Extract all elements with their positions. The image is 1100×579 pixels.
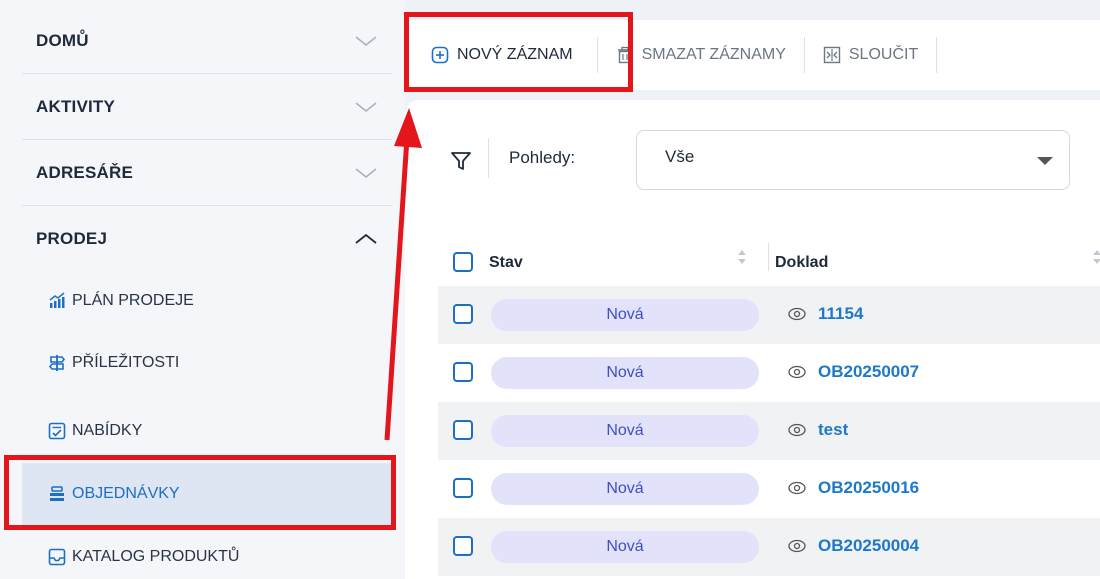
highlight-box-orders [4,455,396,530]
table-row[interactable]: Nová OB20250016 [438,460,1100,518]
sort-icon[interactable] [737,248,747,266]
sort-icon[interactable] [1092,248,1100,266]
sidebar-section-domu[interactable]: DOMŮ [22,8,392,74]
document-link[interactable]: 11154 [818,304,863,324]
table-row[interactable]: Nová 11154 [438,286,1100,344]
select-all-checkbox[interactable] [453,252,473,272]
sidebar-item-katalog-produktu[interactable]: KATALOG PRODUKTŮ [22,526,392,579]
sidebar-section-aktivity[interactable]: AKTIVITY [22,74,392,140]
sidebar-item-label: PLÁN PRODEJE [72,292,194,309]
sidebar-item-label: KATALOG PRODUKTŮ [72,548,240,565]
toolbar-divider [803,37,805,73]
quote-document-icon [48,422,66,440]
filter-divider [488,138,489,178]
eye-icon[interactable] [788,423,806,437]
delete-records-label: SMAZAT ZÁZNAMY [641,46,786,63]
sidebar-item-label: NABÍDKY [72,422,143,439]
merge-label: SLOUČIT [848,46,919,63]
row-checkbox[interactable] [453,478,473,498]
sidebar-section-label: ADRESÁŘE [36,162,134,182]
annotation-arrow [384,108,422,441]
sidebar-item-prilezitosti[interactable]: PŘÍLEŽITOSTI [22,332,392,394]
signpost-icon [48,354,66,372]
sidebar-section-adresare[interactable]: ADRESÁŘE [22,140,392,206]
status-badge: Nová [491,473,759,505]
status-badge: Nová [491,299,759,331]
document-link[interactable]: OB20250016 [818,478,919,498]
table-row[interactable]: Nová test [438,402,1100,460]
status-badge: Nová [491,531,759,563]
status-badge: Nová [491,415,759,447]
eye-icon[interactable] [788,481,806,495]
document-link[interactable]: OB20250007 [818,362,919,382]
table-row[interactable]: Nová OB20250004 [438,518,1100,576]
views-label: Pohledy: [509,148,576,167]
row-checkbox[interactable] [453,362,473,382]
views-selected-value: Vše [665,147,695,166]
sidebar-section-label: AKTIVITY [36,96,116,116]
highlight-box-new-record [404,12,633,92]
status-badge: Nová [491,357,759,389]
sidebar-item-plan-prodeje[interactable]: PLÁN PRODEJE [22,270,392,332]
views-select[interactable]: Vše [636,130,1070,190]
merge-icon [823,46,841,64]
sidebar-item-nabidky[interactable]: NABÍDKY [22,400,392,462]
table-row[interactable]: Nová OB20250007 [438,344,1100,402]
column-header-doklad[interactable]: Doklad [775,254,828,272]
sidebar-section-label: PRODEJ [36,229,108,248]
chart-growth-icon [48,292,66,310]
row-checkbox[interactable] [453,304,473,324]
eye-icon[interactable] [788,539,806,553]
sidebar-section-prodej[interactable]: PRODEJ [22,206,392,272]
toolbar-divider [936,37,938,73]
sidebar-section-label: DOMŮ [36,30,89,50]
eye-icon[interactable] [788,307,806,321]
caret-down-icon [1037,157,1053,165]
merge-button[interactable]: SLOUČIT [823,20,918,90]
column-header-stav[interactable]: Stav [489,254,523,272]
document-link[interactable]: test [818,420,848,440]
column-divider [768,243,769,271]
document-link[interactable]: OB20250004 [818,536,919,556]
eye-icon[interactable] [788,365,806,379]
catalog-inbox-icon [48,548,66,566]
delete-records-button[interactable]: SMAZAT ZÁZNAMY [616,20,786,90]
sidebar-item-label: PŘÍLEŽITOSTI [72,354,180,371]
row-checkbox[interactable] [453,536,473,556]
row-checkbox[interactable] [453,420,473,440]
chevron-down-icon [355,35,377,46]
filter-icon[interactable] [450,150,472,172]
